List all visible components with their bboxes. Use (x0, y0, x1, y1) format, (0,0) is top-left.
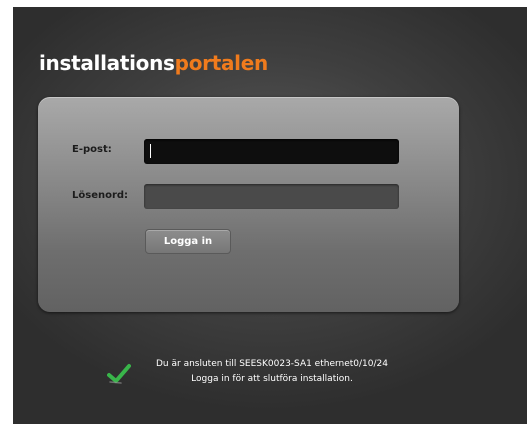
email-field[interactable] (144, 139, 399, 164)
page-background: installationsportalen E-post: Lösenord: … (13, 7, 527, 424)
password-label: Lösenord: (72, 190, 129, 201)
status-message: Du är ansluten till SEESK0023-SA1 ethern… (137, 357, 407, 387)
email-label: E-post: (72, 144, 112, 155)
logo: installationsportalen (39, 51, 268, 75)
checkmark-icon (107, 364, 131, 384)
connection-status: Du är ansluten till SEESK0023-SA1 ethern… (107, 357, 427, 397)
text-caret (150, 144, 151, 158)
logo-text-portalen: portalen (174, 51, 269, 75)
logo-text-installations: installations (39, 51, 175, 75)
status-line-instruction: Logga in för att slutföra installation. (191, 374, 353, 384)
login-button[interactable]: Logga in (145, 229, 231, 254)
status-line-connected: Du är ansluten till SEESK0023-SA1 ethern… (156, 359, 388, 369)
password-field[interactable] (144, 184, 399, 209)
login-panel: E-post: Lösenord: Logga in (38, 97, 459, 312)
